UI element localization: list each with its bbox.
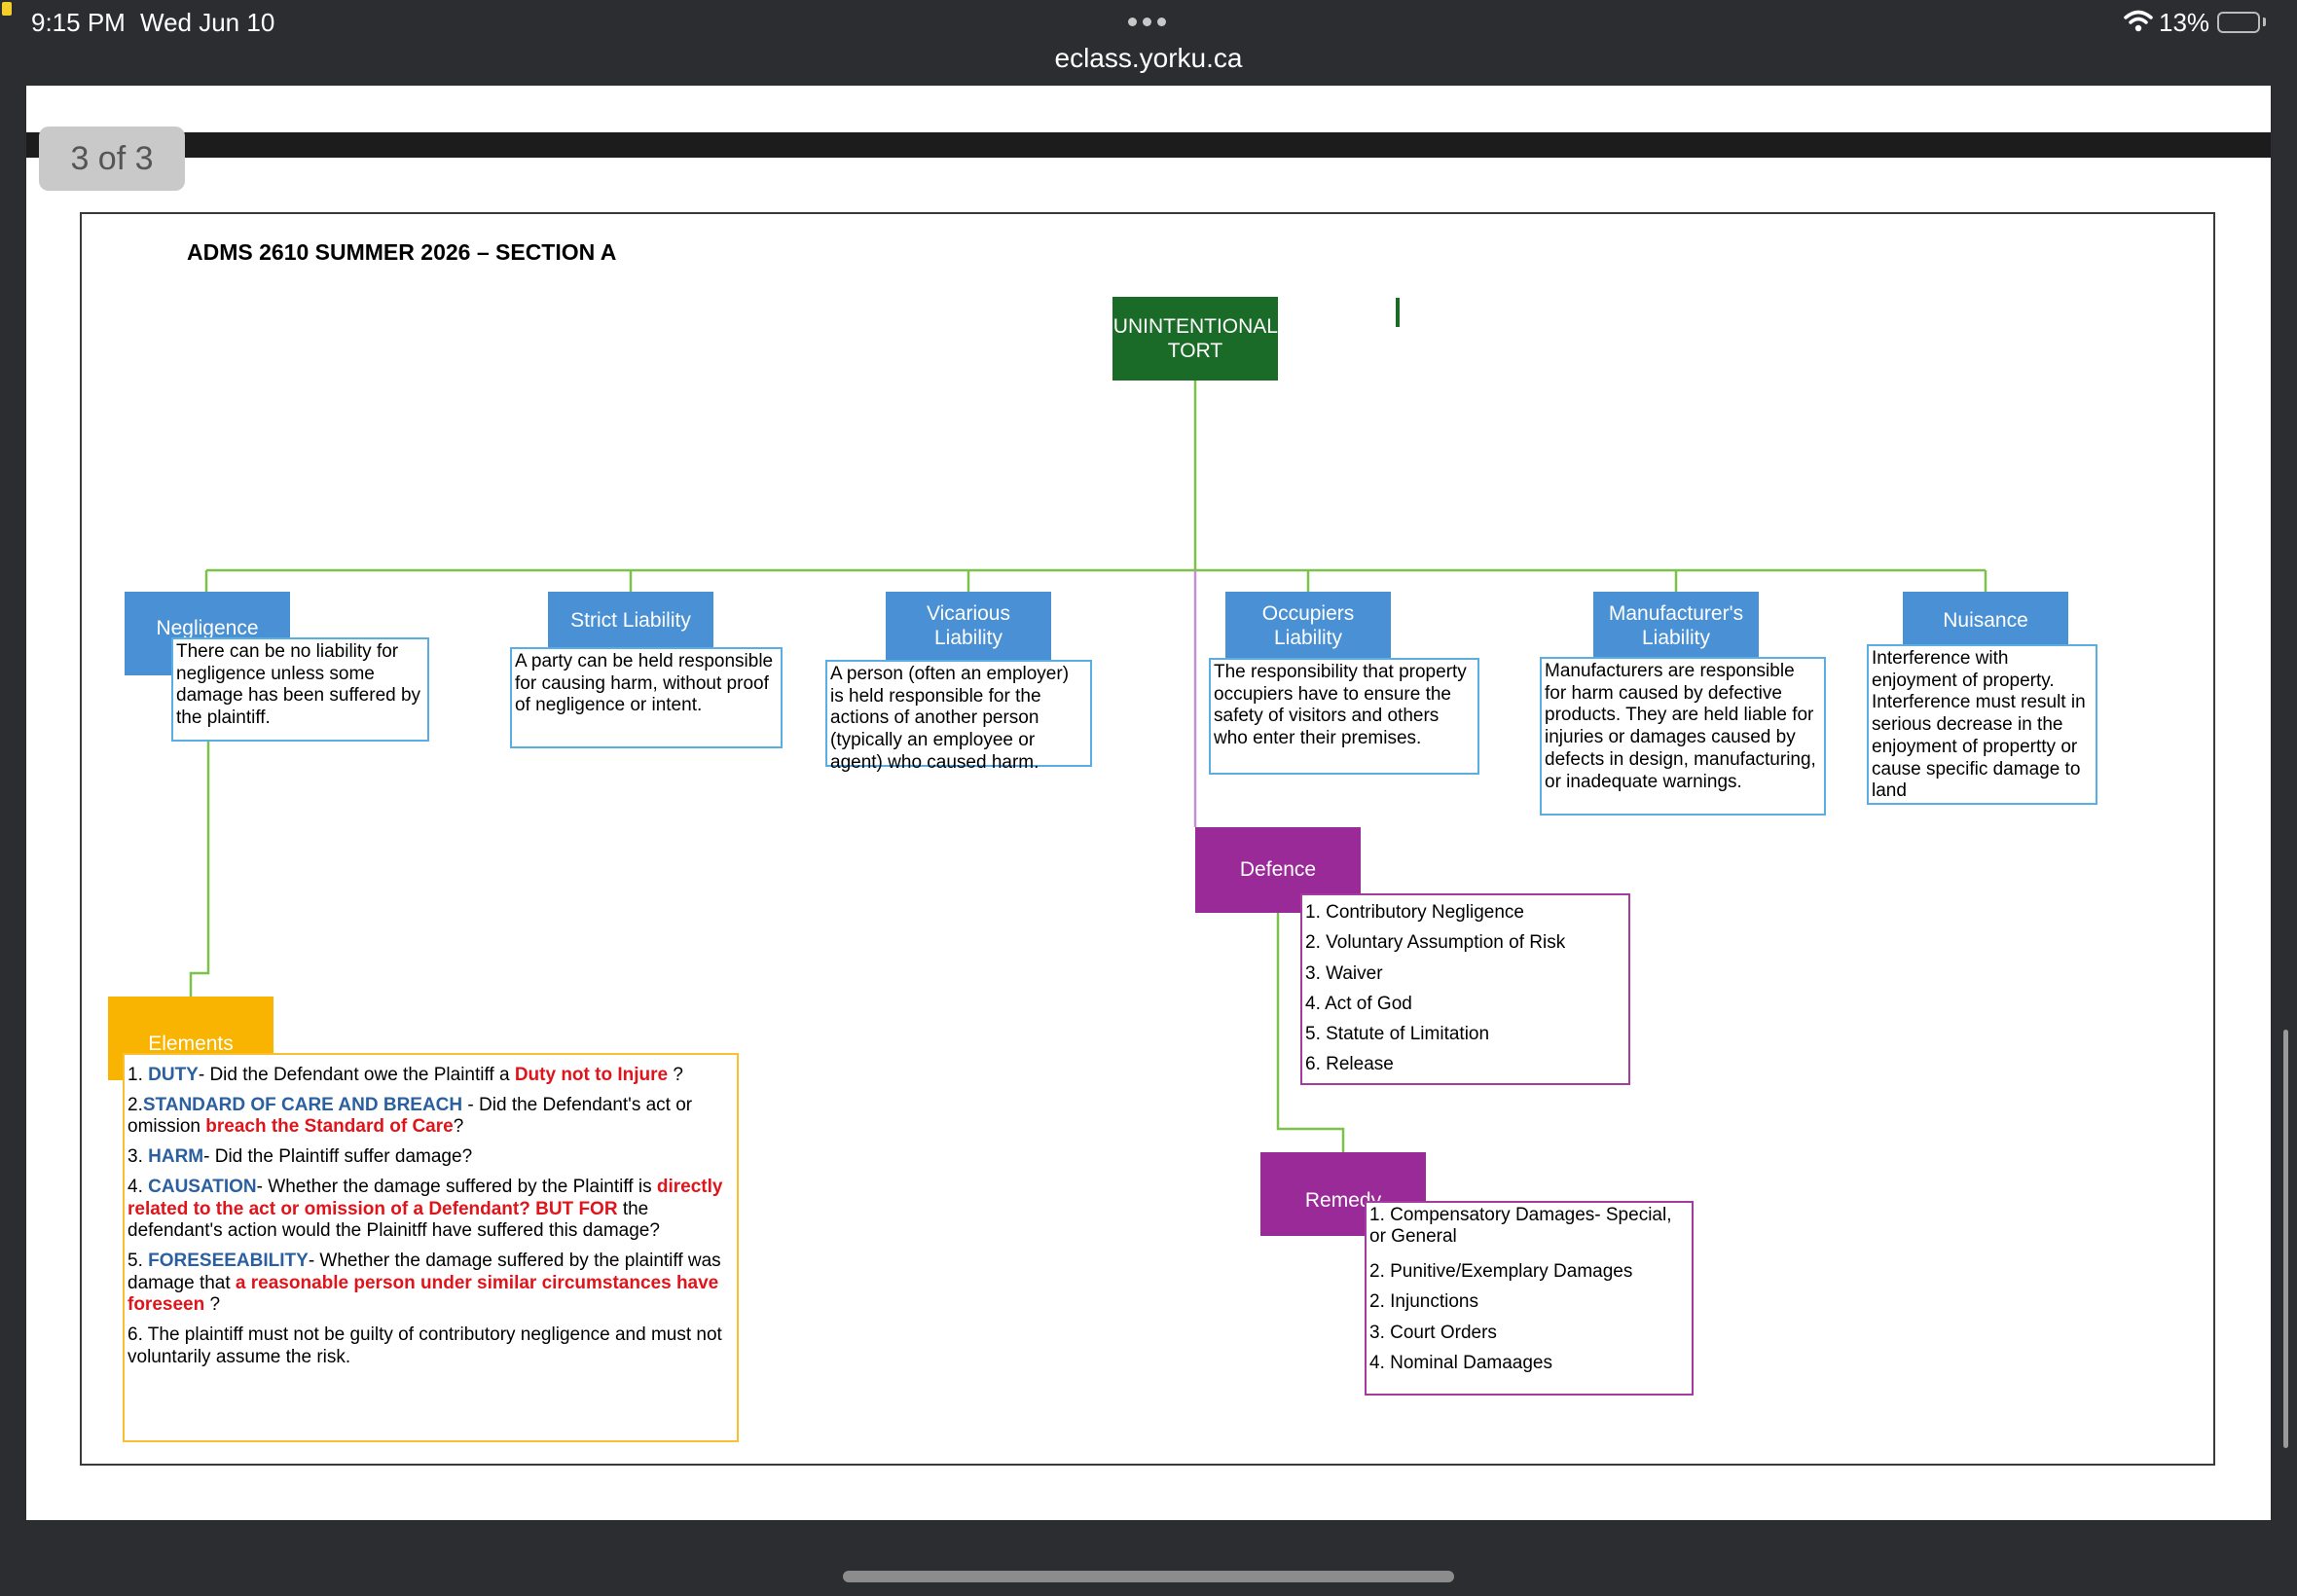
manufacturers-liability-node: Manufacturer's Liability bbox=[1593, 592, 1759, 660]
strict-liability-description: A party can be held responsible for caus… bbox=[510, 647, 783, 748]
defence-item: 3. Waiver bbox=[1305, 962, 1383, 984]
nuisance-description: Interference with enjoyment of property.… bbox=[1867, 644, 2097, 805]
element-item: 6. The plaintiff must not be guilty of c… bbox=[128, 1324, 722, 1367]
remedy-item: 4. Nominal Damaages bbox=[1369, 1352, 1552, 1373]
defence-item: 4. Act of God bbox=[1305, 993, 1412, 1014]
defence-item: 1. Contributory Negligence bbox=[1305, 902, 1524, 923]
defence-item: 2. Voluntary Assumption of Risk bbox=[1305, 932, 1566, 954]
remedy-item: 1. Compensatory Damages- Special, or Gen… bbox=[1369, 1205, 1672, 1247]
root-node: UNINTENTIONAL TORT bbox=[1112, 297, 1278, 381]
element-item: 2.STANDARD OF CARE AND BREACH - Did the … bbox=[128, 1094, 693, 1138]
elements-list: 1. DUTY- Did the Defendant owe the Plain… bbox=[123, 1053, 739, 1442]
manufacturers-liability-description: Manufacturers are responsible for harm c… bbox=[1540, 657, 1826, 816]
nuisance-node: Nuisance bbox=[1903, 592, 2068, 650]
occupiers-liability-description: The responsibility that property occupie… bbox=[1209, 658, 1479, 775]
defence-item: 5. Statute of Limitation bbox=[1305, 1024, 1490, 1045]
defence-item: 6. Release bbox=[1305, 1054, 1394, 1075]
remedy-item: 3. Court Orders bbox=[1369, 1322, 1497, 1343]
strict-liability-node: Strict Liability bbox=[548, 592, 713, 650]
vicarious-liability-node: Vicarious Liability bbox=[886, 592, 1051, 660]
remedy-list: 1. Compensatory Damages- Special, or Gen… bbox=[1365, 1201, 1694, 1396]
negligence-description: There can be no liability for negligence… bbox=[171, 637, 429, 742]
element-item: 1. DUTY- Did the Defendant owe the Plain… bbox=[128, 1065, 683, 1085]
element-item: 5. FORESEEABILITY- Whether the damage su… bbox=[128, 1250, 721, 1316]
remedy-item: 2. Punitive/Exemplary Damages bbox=[1369, 1261, 1633, 1282]
element-item: 4. CAUSATION- Whether the damage suffere… bbox=[128, 1176, 723, 1242]
vicarious-liability-description: A person (often an employer) is held res… bbox=[825, 660, 1092, 773]
connector-elements bbox=[189, 740, 210, 997]
defence-list: 1. Contributory Negligence 2. Voluntary … bbox=[1300, 893, 1630, 1085]
remedy-item: 2. Injunctions bbox=[1369, 1291, 1478, 1313]
element-item: 3. HARM- Did the Plaintiff suffer damage… bbox=[128, 1146, 473, 1168]
occupiers-liability-node: Occupiers Liability bbox=[1225, 592, 1391, 660]
